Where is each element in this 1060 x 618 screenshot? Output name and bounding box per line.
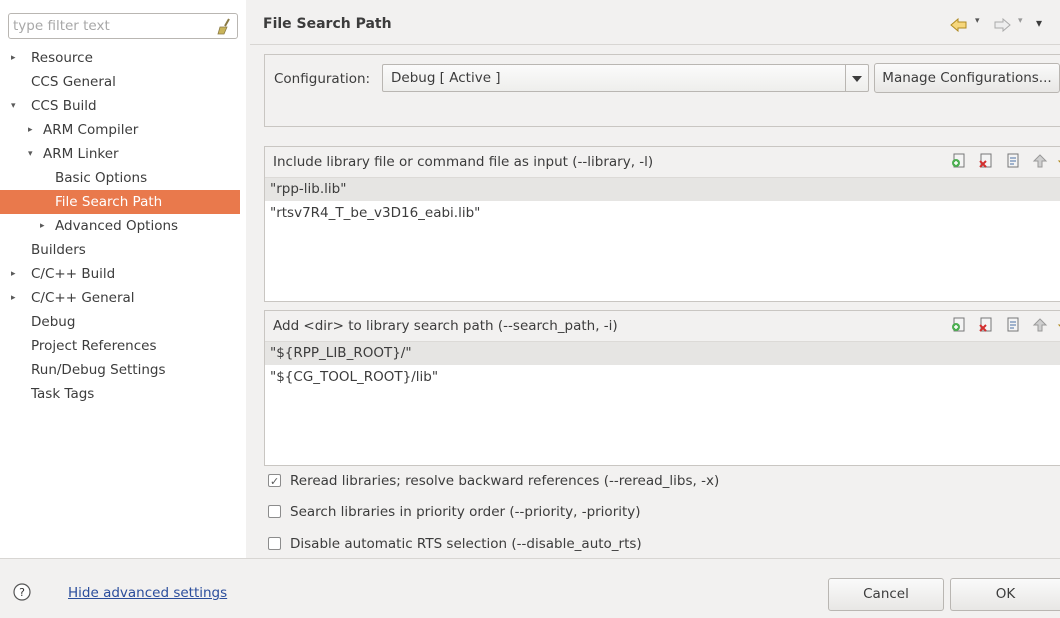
expand-icon: ▸ xyxy=(11,53,16,63)
filter-input[interactable] xyxy=(13,17,213,35)
configuration-value: Debug [ Active ] xyxy=(391,70,501,86)
forward-menu-icon[interactable]: ▾ xyxy=(1018,16,1023,26)
tree-item-label: Debug xyxy=(31,314,76,330)
tree-item-label: CCS Build xyxy=(31,98,97,114)
ok-button[interactable]: OK xyxy=(950,578,1060,611)
tree-item-arm-compiler[interactable]: ▸ ARM Compiler xyxy=(0,118,246,142)
list-header: Add <dir> to library search path (--sear… xyxy=(265,311,1060,342)
delete-icon[interactable] xyxy=(978,153,994,169)
page-title: File Search Path xyxy=(263,16,392,32)
checkbox-label: Search libraries in priority order (--pr… xyxy=(290,504,641,520)
view-menu-icon[interactable]: ▾ xyxy=(1036,16,1042,30)
configuration-select[interactable]: Debug [ Active ] xyxy=(382,64,869,92)
back-arrow-icon[interactable] xyxy=(950,18,968,32)
hide-advanced-settings-link[interactable]: Hide advanced settings xyxy=(68,585,227,601)
tree-item-label: Builders xyxy=(31,242,86,258)
search-path-header: Add <dir> to library search path (--sear… xyxy=(273,318,618,334)
list-item[interactable]: "rpp-lib.lib" xyxy=(265,178,1060,201)
tree-item-arm-linker[interactable]: ▾ ARM Linker xyxy=(0,142,246,166)
manage-configurations-button[interactable]: Manage Configurations... xyxy=(874,63,1060,93)
list-item[interactable]: "${CG_TOOL_ROOT}/lib" xyxy=(265,366,1060,389)
tree-item-label: File Search Path xyxy=(55,194,163,210)
list-toolbar xyxy=(951,153,1060,171)
list-item-text: "rpp-lib.lib" xyxy=(270,181,347,197)
collapse-icon: ▾ xyxy=(11,101,16,111)
checkbox-label: Disable automatic RTS selection (--disab… xyxy=(290,536,642,552)
list-item[interactable]: "rtsv7R4_T_be_v3D16_eabi.lib" xyxy=(265,202,1060,225)
tree-item-run-debug-settings[interactable]: Run/Debug Settings xyxy=(0,358,246,382)
tree-item-cpp-general[interactable]: ▸ C/C++ General xyxy=(0,286,246,310)
list-item-text: "${RPP_LIB_ROOT}/" xyxy=(270,345,412,361)
tree-item-advanced-options[interactable]: ▸ Advanced Options xyxy=(0,214,246,238)
back-menu-icon[interactable]: ▾ xyxy=(975,16,980,26)
edit-icon[interactable] xyxy=(1005,153,1021,169)
settings-panel: File Search Path ▾ ▾ ▾ Configuration: De… xyxy=(250,0,1060,558)
dropdown-arrow-icon[interactable] xyxy=(845,65,868,91)
preference-tree: ▸ Resource CCS General ▾ CCS Build ▸ ARM Co… xyxy=(0,46,246,406)
library-files-header: Include library file or command file as … xyxy=(273,154,654,170)
sidebar: ▸ Resource CCS General ▾ CCS Build ▸ ARM Co… xyxy=(0,0,246,558)
list-item-text: "${CG_TOOL_ROOT}/lib" xyxy=(270,369,439,385)
tree-item-ccs-build[interactable]: ▾ CCS Build xyxy=(0,94,246,118)
tree-item-project-references[interactable]: Project References xyxy=(0,334,246,358)
edit-icon[interactable] xyxy=(1005,317,1021,333)
tree-item-debug[interactable]: Debug xyxy=(0,310,246,334)
tree-item-label: Project References xyxy=(31,338,157,354)
tree-item-task-tags[interactable]: Task Tags xyxy=(0,382,246,406)
configuration-group: Configuration: Debug [ Active ] Manage C… xyxy=(264,54,1060,127)
dialog-footer: ? Hide advanced settings Cancel OK xyxy=(0,558,1060,618)
cancel-button[interactable]: Cancel xyxy=(828,578,944,611)
checkbox-box[interactable] xyxy=(268,505,281,518)
tree-item-label: C/C++ General xyxy=(31,290,135,306)
tree-item-label: ARM Compiler xyxy=(43,122,139,138)
tree-item-label: Advanced Options xyxy=(55,218,179,234)
search-path-list: Add <dir> to library search path (--sear… xyxy=(264,310,1060,466)
add-icon[interactable] xyxy=(951,153,967,169)
list-item-text: "rtsv7R4_T_be_v3D16_eabi.lib" xyxy=(270,205,481,221)
divider xyxy=(250,44,1060,45)
tree-item-label: Run/Debug Settings xyxy=(31,362,166,378)
clear-filter-icon[interactable] xyxy=(216,18,232,35)
tree-item-label: CCS General xyxy=(31,74,116,90)
properties-dialog: ▸ Resource CCS General ▾ CCS Build ▸ ARM Co… xyxy=(0,0,1060,618)
add-icon[interactable] xyxy=(951,317,967,333)
tree-item-label: Basic Options xyxy=(55,170,148,186)
tree-item-resource[interactable]: ▸ Resource xyxy=(0,46,246,70)
tree-item-label: Task Tags xyxy=(31,386,95,402)
collapse-icon: ▾ xyxy=(28,149,33,159)
tree-item-label: ARM Linker xyxy=(43,146,119,162)
configuration-label: Configuration: xyxy=(274,71,371,87)
expand-icon: ▸ xyxy=(28,125,33,135)
expand-icon: ▸ xyxy=(11,269,16,279)
tree-item-label: Resource xyxy=(31,50,93,66)
list-header: Include library file or command file as … xyxy=(265,147,1060,178)
move-up-icon[interactable] xyxy=(1032,153,1048,169)
forward-arrow-icon[interactable] xyxy=(993,18,1011,32)
list-item[interactable]: "${RPP_LIB_ROOT}/" xyxy=(265,342,1060,365)
expand-icon: ▸ xyxy=(40,221,45,231)
help-icon[interactable]: ? xyxy=(13,583,31,601)
checkbox-label: Reread libraries; resolve backward refer… xyxy=(290,473,720,489)
tree-item-builders[interactable]: Builders xyxy=(0,238,246,262)
tree-item-label: C/C++ Build xyxy=(31,266,116,282)
tree-item-cpp-build[interactable]: ▸ C/C++ Build xyxy=(0,262,246,286)
tree-item-file-search-path[interactable]: File Search Path xyxy=(0,190,240,214)
list-toolbar xyxy=(951,317,1060,335)
tree-item-basic-options[interactable]: Basic Options xyxy=(0,166,246,190)
move-up-icon[interactable] xyxy=(1032,317,1048,333)
checkbox-box[interactable] xyxy=(268,537,281,550)
history-nav: ▾ ▾ ▾ xyxy=(950,14,1050,38)
library-files-list: Include library file or command file as … xyxy=(264,146,1060,302)
checkbox-box[interactable] xyxy=(268,471,281,493)
delete-icon[interactable] xyxy=(978,317,994,333)
tree-item-ccs-general[interactable]: CCS General xyxy=(0,70,246,94)
expand-icon: ▸ xyxy=(11,293,16,303)
svg-text:?: ? xyxy=(19,586,25,599)
filter-field[interactable] xyxy=(8,13,238,39)
